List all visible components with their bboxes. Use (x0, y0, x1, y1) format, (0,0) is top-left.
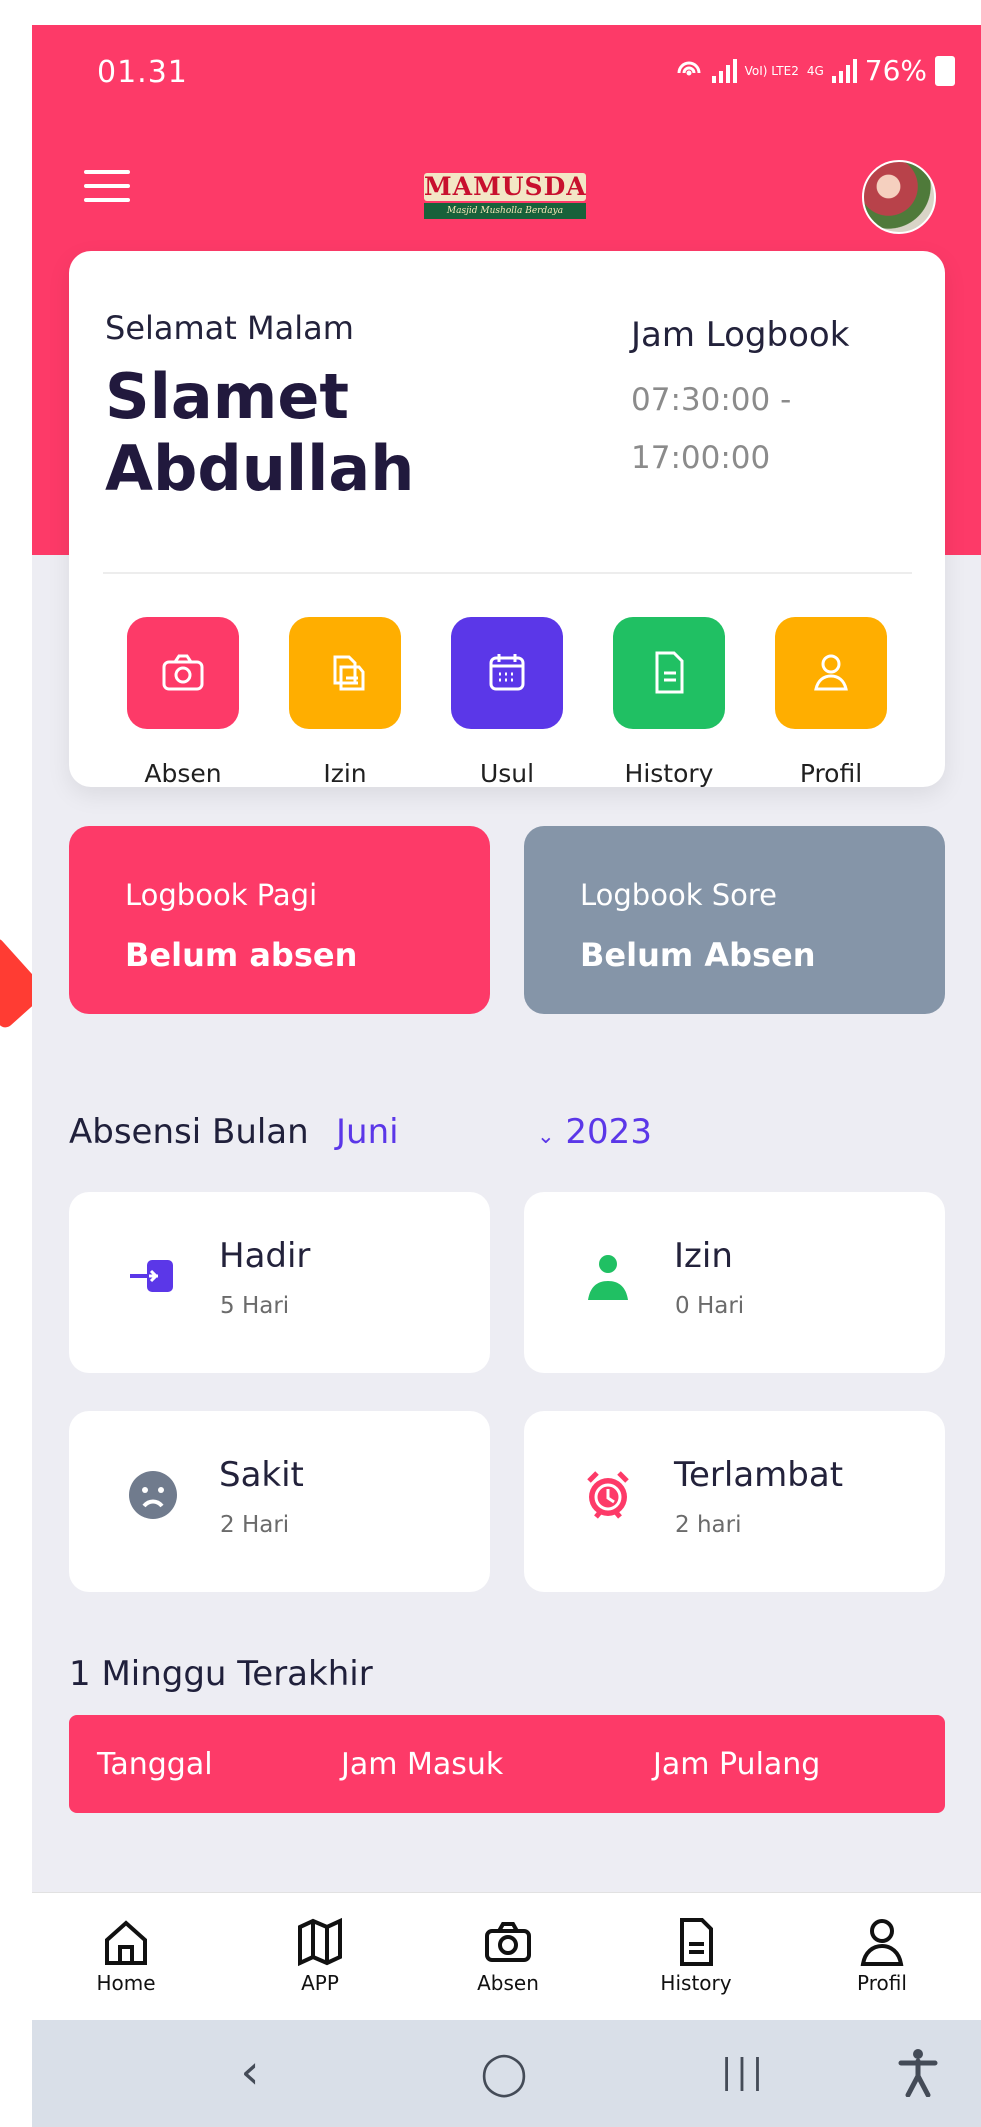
logbook-pagi-title: Logbook Pagi (125, 878, 318, 912)
login-icon (125, 1248, 181, 1304)
last-week-title: 1 Minggu Terakhir (69, 1654, 373, 1694)
status-icons: VoI) LTE2 4G 76% (674, 53, 955, 88)
last-week-table-header: Tanggal Jam Masuk Jam Pulang (69, 1715, 945, 1813)
quick-action-label: Izin (323, 759, 367, 788)
network-label-lte: VoI) LTE2 (744, 63, 799, 78)
person-icon (580, 1248, 636, 1304)
logbook-hours-title: Jam Logbook (631, 315, 850, 355)
phone-screen: 01.31 VoI) LTE2 4G 76% MAMUSDA Masjid Mu… (32, 25, 981, 2127)
nav-app[interactable]: APP (260, 1913, 380, 1995)
attendance-card-hadir[interactable]: Hadir 5 Hari (69, 1192, 490, 1373)
monthly-attendance-title: Absensi Bulan (69, 1112, 309, 1152)
nav-label: APP (301, 1971, 339, 1995)
logo-title: MAMUSDA (424, 172, 587, 201)
nav-history[interactable]: History (636, 1913, 756, 1995)
quick-action-label: History (624, 759, 714, 788)
attendance-card-title: Hadir (219, 1236, 311, 1276)
document-icon (636, 1913, 756, 1971)
screen: 01.31 VoI) LTE2 4G 76% MAMUSDA Masjid Mu… (0, 0, 981, 2127)
status-bar: 01.31 VoI) LTE2 4G 76% (32, 25, 981, 121)
column-jam-masuk: Jam Masuk (341, 1747, 504, 1782)
android-navigation-bar: ‹ ◯ ||| (32, 2020, 981, 2127)
network-label-4g: 4G (806, 63, 824, 78)
attendance-card-title: Sakit (219, 1455, 304, 1495)
quick-action-absen[interactable]: Absen (127, 617, 239, 788)
accessibility-icon[interactable] (878, 2040, 958, 2104)
user-icon (775, 617, 887, 729)
signal-icon-secondary (831, 58, 857, 83)
quick-action-label: Profil (799, 759, 863, 788)
attendance-card-title: Izin (674, 1236, 733, 1276)
month-select[interactable]: Juni (336, 1112, 399, 1152)
status-time: 01.31 (97, 55, 188, 90)
column-tanggal: Tanggal (97, 1747, 213, 1782)
quick-action-profil[interactable]: Profil (775, 617, 887, 788)
home-icon (66, 1913, 186, 1971)
logo-subtitle: Masjid Musholla Berdaya (424, 203, 586, 219)
greeting-label: Selamat Malam (105, 309, 354, 347)
nav-label: Profil (857, 1971, 907, 1995)
signal-icon (711, 58, 737, 83)
quick-action-history[interactable]: History (613, 617, 725, 788)
nav-home[interactable]: Home (66, 1913, 186, 1995)
android-home-button[interactable]: ◯ (464, 2040, 544, 2104)
nav-label: Absen (477, 1971, 539, 1995)
logbook-sore-card[interactable]: Logbook Sore Belum Absen (524, 826, 945, 1014)
year-select[interactable]: ⌄ 2023 (537, 1112, 652, 1152)
android-back-button[interactable]: ‹ (210, 2040, 290, 2104)
attendance-card-title: Terlambat (674, 1455, 844, 1495)
map-icon (260, 1913, 380, 1971)
logbook-pagi-card[interactable]: Logbook Pagi Belum absen (69, 826, 490, 1014)
app-header: MAMUSDA Masjid Musholla Berdaya (32, 135, 981, 234)
attendance-card-value: 0 Hari (675, 1293, 745, 1319)
nav-label: Home (96, 1971, 156, 1995)
attendance-card-sakit[interactable]: Sakit 2 Hari (69, 1411, 490, 1592)
android-recents-button[interactable]: ||| (704, 2040, 784, 2104)
greeting-card: Selamat Malam Slamet Abdullah Jam Logboo… (69, 251, 945, 788)
nav-absen[interactable]: Absen (448, 1913, 568, 1995)
calendar-icon (451, 617, 563, 729)
nav-profil[interactable]: Profil (822, 1913, 942, 1995)
logbook-sore-title: Logbook Sore (580, 878, 777, 912)
alarm-clock-icon (580, 1467, 636, 1523)
quick-action-izin[interactable]: Izin (289, 617, 401, 788)
logbook-hours-value: 07:30:00 - 17:00:00 (631, 382, 792, 476)
attendance-card-izin[interactable]: Izin 0 Hari (524, 1192, 945, 1373)
menu-icon[interactable] (84, 170, 130, 202)
battery-icon (935, 55, 955, 86)
quick-action-label: Absen (144, 759, 222, 788)
attendance-card-value: 2 Hari (220, 1512, 290, 1538)
column-jam-pulang: Jam Pulang (653, 1747, 821, 1782)
hotspot-icon (674, 53, 704, 88)
avatar[interactable] (862, 160, 936, 234)
camera-icon (448, 1913, 568, 1971)
logbook-sore-status: Belum Absen (580, 936, 816, 974)
logbook-pagi-status: Belum absen (125, 936, 358, 974)
nav-label: History (660, 1971, 732, 1995)
attendance-card-value: 2 hari (675, 1512, 742, 1538)
user-name: Slamet Abdullah (105, 360, 415, 505)
sad-face-icon (125, 1467, 181, 1523)
brand-logo: MAMUSDA Masjid Musholla Berdaya (424, 173, 586, 225)
bottom-navigation: Home APP Absen History Profil (32, 1892, 981, 2020)
year-value: 2023 (565, 1112, 652, 1152)
attendance-card-terlambat[interactable]: Terlambat 2 hari (524, 1411, 945, 1592)
quick-action-label: Usul (479, 759, 535, 788)
camera-icon (127, 617, 239, 729)
document-icon (613, 617, 725, 729)
card-divider (103, 572, 912, 574)
documents-icon (289, 617, 401, 729)
battery-percent: 76% (864, 54, 927, 87)
quick-action-usul[interactable]: Usul (451, 617, 563, 788)
user-icon (822, 1913, 942, 1971)
attendance-card-value: 5 Hari (220, 1293, 290, 1319)
chevron-down-icon: ⌄ (537, 1124, 555, 1148)
